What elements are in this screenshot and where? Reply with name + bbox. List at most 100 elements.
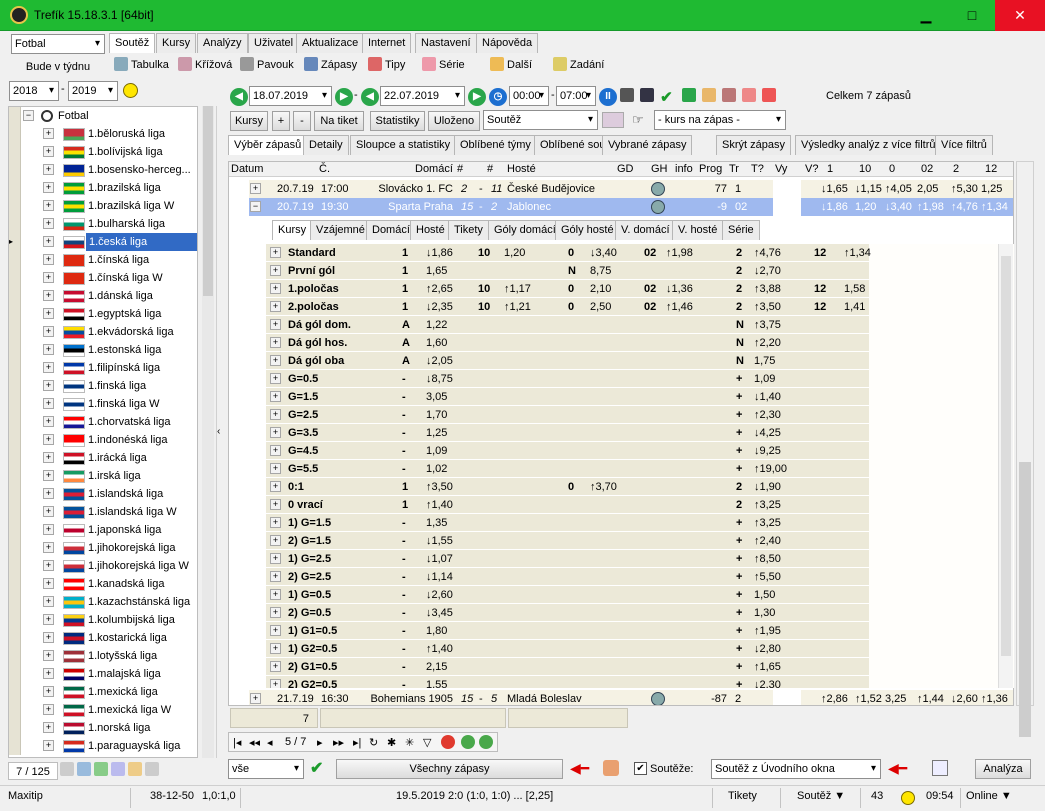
expand-icon[interactable]: + <box>270 571 281 582</box>
kursy-row[interactable]: +1) G=1.5 - 1,35 + ↑3,25 <box>266 514 869 532</box>
status-online[interactable]: Online ▼ <box>966 790 1012 802</box>
chart-icon[interactable] <box>762 88 777 102</box>
column-header[interactable]: Domácí <box>415 162 453 177</box>
sub-tab[interactable]: Góly domácí <box>488 220 562 240</box>
column-header[interactable]: Tr <box>729 162 739 177</box>
expand-icon[interactable]: + <box>43 614 54 625</box>
settings-icon[interactable] <box>145 762 159 776</box>
expand-icon[interactable]: + <box>43 668 54 679</box>
tree-item-league[interactable]: +1.indonéská liga <box>9 431 197 449</box>
next-date-icon[interactable]: ▶ <box>335 88 353 106</box>
column-header[interactable]: # <box>457 162 463 177</box>
tree-item-league[interactable]: +1.čínská liga W <box>9 269 197 287</box>
expand-icon[interactable]: + <box>270 355 281 366</box>
kursy-row[interactable]: +1) G2=0.5 - ↑1,40 + ↓2,80 <box>266 640 869 658</box>
view-tab[interactable]: Výběr zápasů <box>228 135 308 155</box>
column-header[interactable]: 02 <box>921 162 933 177</box>
kursy-row[interactable]: + G=2.5 - 1,70 + ↑2,30 <box>266 406 869 424</box>
prev-date2-icon[interactable]: ◀ <box>361 88 379 106</box>
expand-icon[interactable]: + <box>43 398 54 409</box>
expand-icon[interactable]: + <box>43 362 54 373</box>
tree-item-league[interactable]: +1.brazilská liga <box>9 179 197 197</box>
kursy-row[interactable]: +2) G1=0.5 - 2,15 + ↑1,65 <box>266 658 869 676</box>
expand-icon[interactable]: + <box>43 542 54 553</box>
expand-icon[interactable]: + <box>270 445 281 456</box>
kursy-row[interactable]: +0:1 1 ↑3,50 0 ↑3,70 2 ↓1,90 <box>266 478 869 496</box>
match-row[interactable]: +20.7.19 17:00 Slovácko 1. FC 2-11 České Bud… <box>229 180 1013 198</box>
sub-tab[interactable]: Vzájemné <box>310 220 371 240</box>
column-header[interactable]: V? <box>805 162 818 177</box>
ulozeno-button[interactable]: Uloženo <box>428 111 480 131</box>
expand-icon[interactable]: + <box>270 499 281 510</box>
expand-icon[interactable]: + <box>270 481 281 492</box>
view-tab[interactable]: Sloupce a statistiky <box>350 135 457 155</box>
expand-icon[interactable]: + <box>270 319 281 330</box>
bus-icon[interactable] <box>640 88 655 102</box>
time-to-input[interactable]: 07:00 <box>556 86 596 106</box>
match-odd[interactable]: ↑1,44 <box>917 690 944 705</box>
kursy-row[interactable]: + G=3.5 - 1,25 + ↓4,25 <box>266 424 869 442</box>
table-icon[interactable] <box>77 762 91 776</box>
next-page-icon[interactable]: ▸▸ <box>333 736 344 749</box>
time-from-input[interactable]: 00:00 <box>509 86 549 106</box>
tree-item-league[interactable]: +1.chorvatská liga <box>9 413 197 431</box>
match-row[interactable]: −20.7.19 19:30 Sparta Praha 15-2 Jablonec -9 0… <box>229 198 1013 216</box>
match-odd[interactable]: ↑1,98 <box>917 198 944 216</box>
view-tab[interactable]: Skrýt zápasy <box>716 135 791 155</box>
kurs-select[interactable]: - kurs na zápas - <box>654 110 786 130</box>
expand-icon[interactable]: + <box>270 409 281 420</box>
arrow-left2-icon[interactable]: ◀━ <box>888 760 907 777</box>
sub-tab[interactable]: Domácí <box>366 220 416 240</box>
tree-item-league[interactable]: +1.egyptská liga <box>9 305 197 323</box>
kursy-row[interactable]: +1) G1=0.5 - 1,80 + ↑1,95 <box>266 622 869 640</box>
expand-icon[interactable]: + <box>43 578 54 589</box>
kursy-row[interactable]: + První gól 1 1,65 N 8,75 2 ↓2,70 <box>266 262 869 280</box>
tree-item-league[interactable]: +1.brazilská liga W <box>9 197 197 215</box>
arrow-left-icon[interactable]: ◀━ <box>570 760 589 777</box>
tree-item-league[interactable]: +1.finská liga <box>9 377 197 395</box>
date-from-input[interactable]: 18.07.2019 <box>249 86 332 106</box>
soutez-select[interactable]: Soutěž <box>483 110 598 130</box>
sport-select[interactable]: Fotbal <box>11 34 105 54</box>
kursy-row[interactable]: + Dá gól dom. A 1,22 N ↑3,75 <box>266 316 869 334</box>
match-odd[interactable]: 1,20 <box>855 198 876 216</box>
minus-button[interactable]: - <box>293 111 311 131</box>
tree-item-league[interactable]: +1.estonská liga <box>9 341 197 359</box>
add-icon[interactable] <box>94 762 108 776</box>
kursy-row[interactable]: + G=5.5 - 1,02 + ↑19,00 <box>266 460 869 478</box>
prev-icon[interactable]: ◂ <box>267 736 273 749</box>
expand-icon[interactable]: + <box>270 607 281 618</box>
zapasy-button[interactable]: Zápasy <box>304 56 357 74</box>
match-odd[interactable]: 2,05 <box>917 180 938 198</box>
view-tab[interactable]: Oblíbené týmy <box>454 135 537 155</box>
last-icon[interactable]: ▸| <box>353 736 361 749</box>
pavouk-button[interactable]: Pavouk <box>240 56 294 74</box>
pointer-icon[interactable]: ☞ <box>632 112 644 128</box>
expand-icon[interactable]: + <box>43 632 54 643</box>
filter-icon[interactable]: ▽ <box>423 736 431 749</box>
list-icon[interactable] <box>602 112 624 128</box>
expand-icon[interactable]: + <box>43 704 54 715</box>
status-tikety[interactable]: Tikety <box>728 790 757 802</box>
sub-tab[interactable]: Série <box>722 220 760 240</box>
match-odd[interactable]: ↑1,52 <box>855 690 882 705</box>
reload-icon[interactable] <box>479 735 493 749</box>
expand-icon[interactable]: + <box>43 344 54 355</box>
zadani-button[interactable]: Zadání <box>553 56 604 74</box>
tabulka-button[interactable]: Tabulka <box>114 56 169 74</box>
statistiky-button[interactable]: Statistiky <box>370 111 425 131</box>
tree-item-league[interactable]: +1.jihokorejská liga <box>9 539 197 557</box>
tree-item-league[interactable]: +1.kazachstánská liga <box>9 593 197 611</box>
kursy-row[interactable]: + G=0.5 - ↓8,75 +1,09 <box>266 370 869 388</box>
next-icon[interactable]: ▸ <box>317 736 323 749</box>
view-tab[interactable]: Výsledky analýz z více filtrů <box>795 135 942 155</box>
prev-date-icon[interactable]: ◀ <box>230 88 248 106</box>
tree-item-league[interactable]: +1.bosensko-herceg... <box>9 161 197 179</box>
kursy-row[interactable]: + G=4.5 - 1,09 + ↓9,25 <box>266 442 869 460</box>
view-tab[interactable]: Vybrané zápasy <box>602 135 693 155</box>
league-tree[interactable]: − Fotbal +1.běloruská liga +1.bolívijská … <box>8 106 198 758</box>
match-odd[interactable]: ↓3,40 <box>885 198 912 216</box>
expand-icon[interactable]: + <box>270 373 281 384</box>
column-header[interactable]: Vy <box>775 162 787 177</box>
tree-item-league[interactable]: +1.filipínská liga <box>9 359 197 377</box>
